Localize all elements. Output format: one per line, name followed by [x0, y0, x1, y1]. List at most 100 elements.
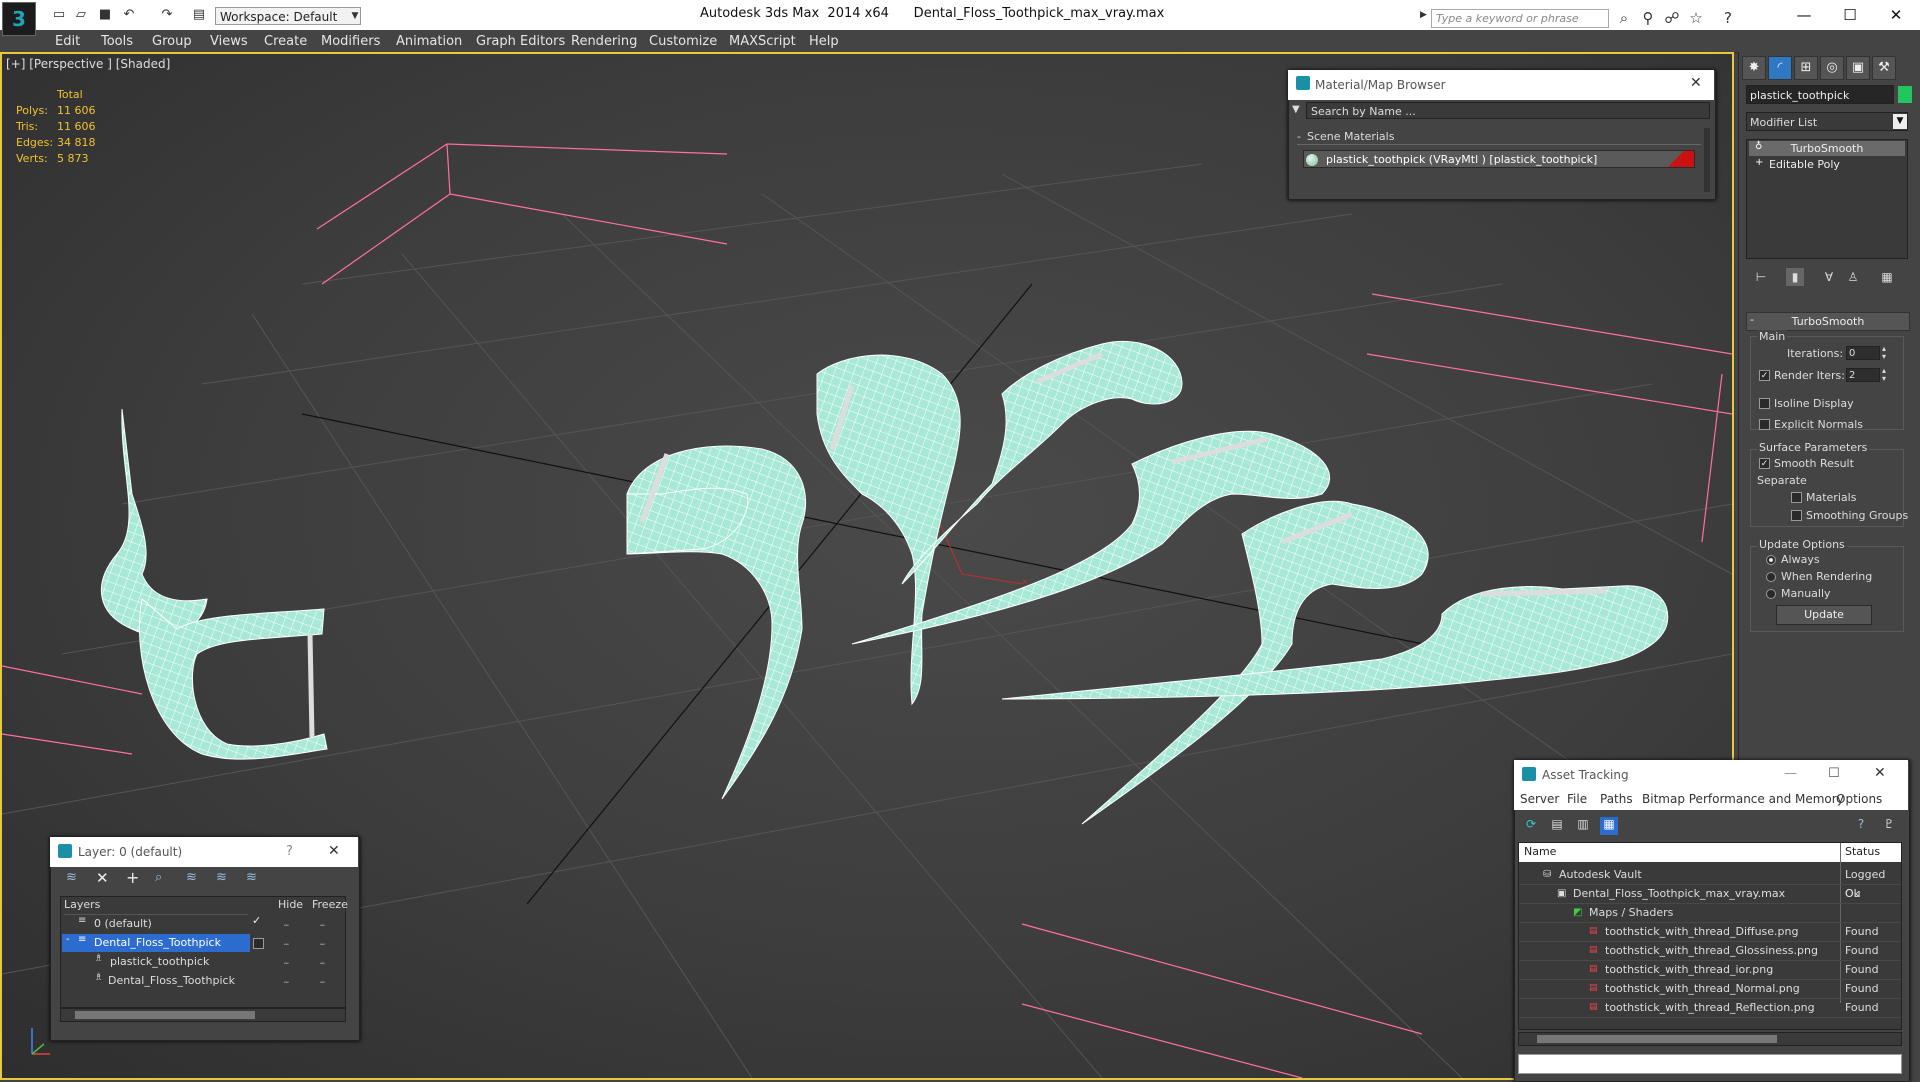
- menu-modifiers[interactable]: Modifiers: [321, 34, 380, 49]
- create-tab-icon[interactable]: ✸: [1742, 56, 1766, 80]
- make-unique-icon[interactable]: ∀: [1820, 268, 1838, 286]
- stack-item-editable-poly[interactable]: Editable Poly: [1749, 157, 1905, 172]
- turbosmooth-rollout-header[interactable]: TurboSmooth: [1746, 312, 1910, 331]
- configure-modifier-sets-icon[interactable]: ▦: [1878, 268, 1896, 286]
- hide-all-layers-icon[interactable]: ≋: [216, 870, 227, 885]
- layer-row-dental-floss[interactable]: Dental_Floss_Toothpick: [62, 934, 250, 952]
- material-search-input[interactable]: Search by Name ...: [1306, 102, 1710, 119]
- scene-materials-section[interactable]: - Scene Materials: [1297, 130, 1701, 145]
- asset-row-texture[interactable]: ▤ toothstick_with_thread_Diffuse.png Fou…: [1519, 922, 1901, 942]
- object-name-field[interactable]: plastick_toothpick: [1746, 85, 1894, 104]
- menu-tools[interactable]: Tools: [101, 34, 133, 49]
- spinner-arrows-icon[interactable]: ▴ ▾: [1882, 367, 1886, 383]
- scrollbar-thumb[interactable]: [1537, 1035, 1777, 1043]
- motion-tab-icon[interactable]: ◎: [1820, 56, 1844, 80]
- asset-row-max-file[interactable]: ▣ Dental_Floss_Toothpick_max_vray.max Ok: [1519, 884, 1901, 904]
- search-input[interactable]: Type a keyword or phrase: [1431, 9, 1609, 28]
- menu-group[interactable]: Group: [152, 34, 192, 49]
- scrollbar-thumb[interactable]: [75, 1011, 255, 1019]
- spinner-arrows-icon[interactable]: ▴ ▾: [1882, 345, 1886, 361]
- save-file-icon[interactable]: ■: [96, 7, 114, 23]
- separate-materials-checkbox[interactable]: [1791, 492, 1802, 503]
- collapse-minus-icon[interactable]: -: [1750, 313, 1754, 326]
- highlight-layer-icon[interactable]: ≋: [186, 870, 197, 885]
- toothpick-3[interactable]: [816, 354, 961, 706]
- menu-help[interactable]: Help: [809, 34, 839, 49]
- explicit-normals-checkbox[interactable]: [1759, 419, 1770, 430]
- update-when-rendering-radio[interactable]: [1766, 572, 1776, 582]
- asset-row-texture[interactable]: ▤ toothstick_with_thread_Reflection.png …: [1519, 998, 1901, 1018]
- select-in-layer-icon[interactable]: ⌕: [155, 870, 162, 885]
- maximize-button[interactable]: ☐: [1828, 4, 1872, 26]
- asset-tracking-maximize-button[interactable]: ☐: [1828, 766, 1840, 781]
- detail-view-icon[interactable]: ▥: [1574, 817, 1592, 835]
- at-menu-file[interactable]: File: [1567, 792, 1587, 806]
- add-to-layer-icon[interactable]: +: [126, 868, 139, 887]
- isoline-display-checkbox[interactable]: [1759, 398, 1770, 409]
- workspace-dropdown[interactable]: Workspace: Default: [215, 7, 361, 25]
- close-button[interactable]: ✕: [1874, 4, 1918, 26]
- layer-horizontal-scrollbar[interactable]: [60, 1008, 346, 1022]
- list-view-icon[interactable]: ▤: [1548, 817, 1566, 835]
- utilities-tab-icon[interactable]: ⚒: [1872, 56, 1896, 80]
- smooth-result-checkbox[interactable]: ✓: [1759, 458, 1770, 469]
- at-menu-bitmap-performance[interactable]: Bitmap Performance and Memory: [1642, 792, 1844, 806]
- freeze-column-header[interactable]: Freeze: [312, 898, 348, 911]
- update-manually-radio[interactable]: [1766, 589, 1776, 599]
- at-menu-server[interactable]: Server: [1520, 792, 1559, 806]
- asset-row-texture[interactable]: ▤ toothstick_with_thread_Glossiness.png …: [1519, 941, 1901, 961]
- binoculars-icon[interactable]: ⌕: [1614, 8, 1634, 28]
- app-logo-button[interactable]: 3: [2, 2, 36, 36]
- menu-create[interactable]: Create: [264, 34, 307, 49]
- display-tab-icon[interactable]: ▣: [1846, 56, 1870, 80]
- menu-rendering[interactable]: Rendering: [571, 34, 637, 49]
- at-menu-paths[interactable]: Paths: [1600, 792, 1633, 806]
- table-view-icon[interactable]: ▦: [1600, 817, 1618, 835]
- create-layer-icon[interactable]: ≋: [66, 870, 77, 885]
- open-file-icon[interactable]: ▱: [72, 7, 90, 23]
- project-folder-icon[interactable]: ▤: [190, 7, 208, 23]
- hierarchy-tab-icon[interactable]: ⊞: [1794, 56, 1818, 80]
- asset-horizontal-scrollbar[interactable]: [1518, 1032, 1902, 1046]
- layer-object-row[interactable]: plastick_toothpick: [62, 953, 344, 971]
- stack-item-turbosmooth[interactable]: TurboSmooth: [1749, 141, 1905, 156]
- redo-icon[interactable]: ↷: [158, 7, 176, 23]
- iterations-spinner[interactable]: 0: [1846, 346, 1880, 360]
- render-iters-spinner[interactable]: 2: [1846, 368, 1880, 382]
- render-iters-checkbox[interactable]: ✓: [1759, 370, 1770, 381]
- material-browser-scrollbar[interactable]: [1704, 128, 1710, 192]
- refresh-icon[interactable]: ⟳: [1522, 817, 1540, 835]
- lightbulb-icon[interactable]: ♁: [1755, 141, 1762, 152]
- layer-row-default[interactable]: 0 (default): [62, 915, 344, 933]
- layer-object-row[interactable]: Dental_Floss_Toothpick: [62, 972, 344, 990]
- communication-icon[interactable]: ⚲: [1638, 8, 1658, 28]
- pin-stack-icon[interactable]: ⊢: [1752, 268, 1770, 286]
- object-color-swatch[interactable]: [1898, 86, 1912, 103]
- layer-dialog-close-button[interactable]: ✕: [328, 843, 340, 859]
- subscription-icon[interactable]: ☍: [1662, 8, 1682, 28]
- toothpick-7[interactable]: [1001, 585, 1669, 700]
- delete-layer-icon[interactable]: ✕: [96, 869, 109, 887]
- undo-icon[interactable]: ↶: [120, 7, 138, 23]
- name-column-header[interactable]: Name: [1524, 845, 1556, 858]
- toothpick-2[interactable]: [626, 445, 807, 800]
- toothpick-1[interactable]: [101, 408, 328, 760]
- minimize-button[interactable]: —: [1782, 4, 1826, 26]
- show-end-result-icon[interactable]: ▮: [1786, 268, 1804, 286]
- menu-edit[interactable]: Edit: [55, 34, 80, 49]
- menu-animation[interactable]: Animation: [396, 34, 462, 49]
- hide-column-dots[interactable]: ┅ ┅ ┅ ┅: [284, 916, 289, 992]
- expand-search-icon[interactable]: ▶: [1420, 10, 1427, 20]
- material-browser-close-button[interactable]: ✕: [1690, 75, 1702, 91]
- about-icon[interactable]: ♇: [1880, 817, 1898, 835]
- menu-views[interactable]: Views: [210, 34, 248, 49]
- asset-row-maps[interactable]: ◩ Maps / Shaders: [1519, 903, 1901, 923]
- at-menu-options[interactable]: Options: [1836, 792, 1882, 806]
- freeze-column-dots[interactable]: ┅ ┅ ┅ ┅: [320, 916, 325, 992]
- asset-row-vault[interactable]: ⛁ Autodesk Vault Logged Ou: [1519, 865, 1901, 900]
- expand-plus-icon[interactable]: +: [1755, 157, 1763, 168]
- new-file-icon[interactable]: ▭: [50, 7, 68, 23]
- update-always-radio[interactable]: [1766, 555, 1776, 565]
- chevron-down-icon[interactable]: ▼: [1893, 114, 1907, 129]
- modify-tab-icon[interactable]: ◜: [1768, 56, 1792, 80]
